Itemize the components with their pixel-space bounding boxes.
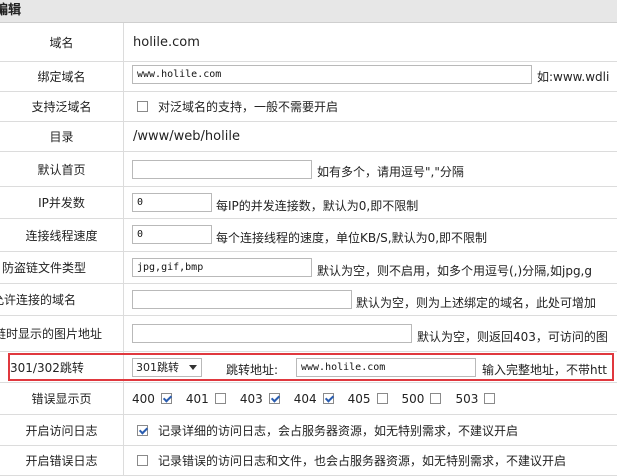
label-wildcard: 支持泛域名	[0, 92, 124, 121]
error-log-text: 记录错误的访问日志和文件，也会占服务器资源，如无特别需求，不建议开启	[158, 454, 567, 468]
label-error-log: 开启错误日志	[0, 446, 124, 475]
wildcard-option: 对泛域名的支持，一般不需要开启	[137, 92, 338, 121]
error-code-405: 405	[348, 392, 388, 406]
error-code-label: 503	[455, 391, 479, 406]
label-conn-speed: 连接线程速度	[0, 219, 124, 251]
row-access-log: 开启访问日志 记录详细的访问日志，会占服务器资源，如无特别需求，不建议开启	[0, 415, 617, 446]
error-code-label: 403	[239, 391, 263, 406]
ip-concurrency-input[interactable]: 0	[132, 193, 212, 212]
label-access-log: 开启访问日志	[0, 415, 124, 445]
label-allowed-domains-text: 允许连接的域名	[0, 293, 77, 307]
conn-speed-hint: 每个连接线程的速度，单位KB/S,默认为0,即不限制	[216, 231, 488, 245]
label-hotlink-image: 链时显示的图片地址	[0, 316, 124, 351]
error-code-404: 404	[294, 392, 334, 406]
error-code-checkbox[interactable]	[214, 393, 226, 404]
redirect-type-select[interactable]: 301跳转	[132, 358, 202, 377]
error-code-checkbox[interactable]	[268, 393, 280, 404]
label-hotlink-image-text: 链时显示的图片地址	[0, 327, 103, 341]
chevron-down-icon	[189, 365, 197, 370]
row-bind-domain: 绑定域名 www.holile.com 如:www.wdli	[0, 62, 617, 92]
redirect-type-value: 301跳转	[136, 361, 179, 374]
hotlink-image-hint: 默认为空，则返回403，可访问的图	[417, 330, 608, 344]
domain-value: holile.com	[133, 34, 200, 50]
row-default-page: 默认首页 如有多个，请用逗号","分隔	[0, 152, 617, 187]
row-redirect: 301/302跳转 301跳转 跳转地址: www.holile.com 输入完…	[0, 352, 617, 383]
label-directory: 目录	[0, 122, 124, 151]
error-code-401: 401	[186, 392, 226, 406]
row-ip-concurrency: IP并发数 0 每IP的并发连接数，默认为0,即不限制	[0, 187, 617, 219]
label-ip-concurrency: IP并发数	[0, 187, 124, 218]
label-domain: 域名	[0, 23, 124, 61]
row-hotlink-image: 链时显示的图片地址 默认为空，则返回403，可访问的图	[0, 316, 617, 352]
label-bind-domain: 绑定域名	[0, 62, 124, 91]
bind-domain-hint: 如:www.wdli	[537, 70, 610, 84]
error-code-checkbox[interactable]	[376, 393, 388, 404]
ip-concurrency-hint: 每IP的并发连接数，默认为0,即不限制	[216, 199, 419, 213]
error-codes-group: 400 401 403 404 405 500 503	[132, 383, 509, 414]
error-code-checkbox[interactable]	[430, 393, 442, 404]
bind-domain-input[interactable]: www.holile.com	[132, 65, 532, 84]
conn-speed-input[interactable]: 0	[132, 225, 212, 244]
error-code-400: 400	[132, 392, 172, 406]
label-hotlink-types: 防盗链文件类型	[0, 252, 124, 283]
error-code-503: 503	[455, 391, 496, 406]
redirect-target-input[interactable]: www.holile.com	[296, 358, 476, 377]
hotlink-image-input[interactable]	[132, 324, 412, 343]
access-log-option: 记录详细的访问日志，会占服务器资源，如无特别需求，不建议开启	[137, 415, 518, 445]
row-conn-speed: 连接线程速度 0 每个连接线程的速度，单位KB/S,默认为0,即不限制	[0, 219, 617, 252]
section-title: 编辑	[0, 3, 22, 18]
row-allowed-domains: 允许连接的域名 默认为空，则为上述绑定的域名，此处可增加	[0, 284, 617, 316]
row-domain: 域名 holile.com	[0, 23, 617, 62]
wildcard-text: 对泛域名的支持，一般不需要开启	[158, 100, 339, 114]
error-log-option: 记录错误的访问日志和文件，也会占服务器资源，如无特别需求，不建议开启	[137, 446, 566, 475]
label-default-page: 默认首页	[0, 152, 124, 186]
label-error-pages: 错误显示页	[0, 383, 124, 414]
hotlink-types-input[interactable]: jpg,gif,bmp	[132, 258, 312, 277]
allowed-domains-input[interactable]	[132, 290, 352, 309]
error-log-checkbox[interactable]	[137, 455, 148, 466]
error-code-label: 500	[401, 391, 425, 406]
error-code-label: 404	[293, 391, 317, 406]
directory-value: /www/web/holile	[133, 129, 240, 144]
hotlink-types-hint: 默认为空，则不启用，如多个用逗号(,)分隔,如jpg,g	[317, 264, 592, 278]
error-code-checkbox[interactable]	[484, 393, 496, 404]
row-error-pages: 错误显示页 400 401 403 404 405 500 503	[0, 383, 617, 415]
redirect-hint: 输入完整地址，不带htt	[482, 363, 608, 377]
label-allowed-domains: 允许连接的域名	[0, 284, 124, 315]
section-header: 编辑	[0, 0, 617, 23]
error-code-label: 400	[132, 391, 155, 406]
error-code-checkbox[interactable]	[322, 393, 334, 404]
access-log-checkbox[interactable]	[137, 424, 148, 436]
wildcard-checkbox[interactable]	[137, 101, 148, 112]
row-hotlink-types: 防盗链文件类型 jpg,gif,bmp 默认为空，则不启用，如多个用逗号(,)分…	[0, 252, 617, 284]
error-code-403: 403	[240, 392, 280, 406]
redirect-target-label: 跳转地址:	[226, 363, 279, 377]
label-redirect: 301/302跳转	[0, 352, 124, 382]
default-page-input[interactable]	[132, 160, 312, 179]
access-log-text: 记录详细的访问日志，会占服务器资源，如无特别需求，不建议开启	[158, 423, 519, 438]
error-code-label: 401	[185, 391, 209, 406]
row-directory: 目录 /www/web/holile	[0, 122, 617, 152]
default-page-hint: 如有多个，请用逗号","分隔	[317, 165, 464, 179]
error-code-label: 405	[347, 391, 371, 406]
allowed-domains-hint: 默认为空，则为上述绑定的域名，此处可增加	[356, 296, 597, 310]
error-code-checkbox[interactable]	[160, 393, 172, 404]
error-code-500: 500	[402, 392, 442, 406]
row-wildcard: 支持泛域名 对泛域名的支持，一般不需要开启	[0, 92, 617, 122]
